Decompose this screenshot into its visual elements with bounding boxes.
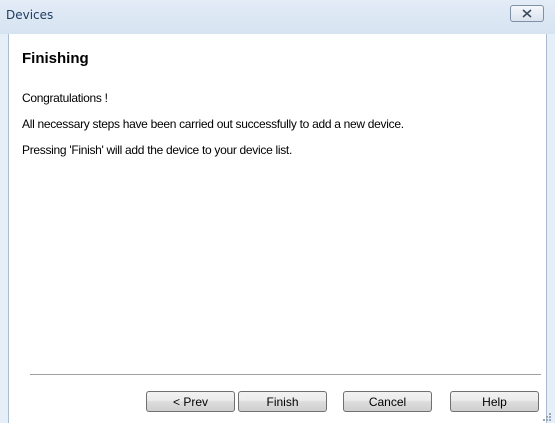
button-divider bbox=[30, 374, 541, 376]
finish-instruction-text: Pressing 'Finish' will add the device to… bbox=[22, 143, 292, 157]
congratulations-text: Congratulations ! bbox=[22, 91, 108, 105]
cancel-button[interactable]: Cancel bbox=[343, 391, 432, 412]
window-title: Devices bbox=[6, 8, 54, 22]
resize-grip-icon[interactable] bbox=[540, 410, 552, 422]
help-button[interactable]: Help bbox=[450, 391, 539, 412]
finish-button[interactable]: Finish bbox=[238, 391, 327, 412]
close-icon bbox=[522, 9, 532, 18]
success-message-text: All necessary steps have been carried ou… bbox=[22, 117, 404, 131]
title-bar[interactable]: Devices bbox=[0, 0, 555, 34]
close-button[interactable] bbox=[510, 5, 544, 22]
prev-button[interactable]: < Prev bbox=[146, 391, 235, 412]
page-title: Finishing bbox=[22, 50, 89, 67]
dialog-window: Devices Finishing Congratulations ! All … bbox=[0, 0, 555, 423]
